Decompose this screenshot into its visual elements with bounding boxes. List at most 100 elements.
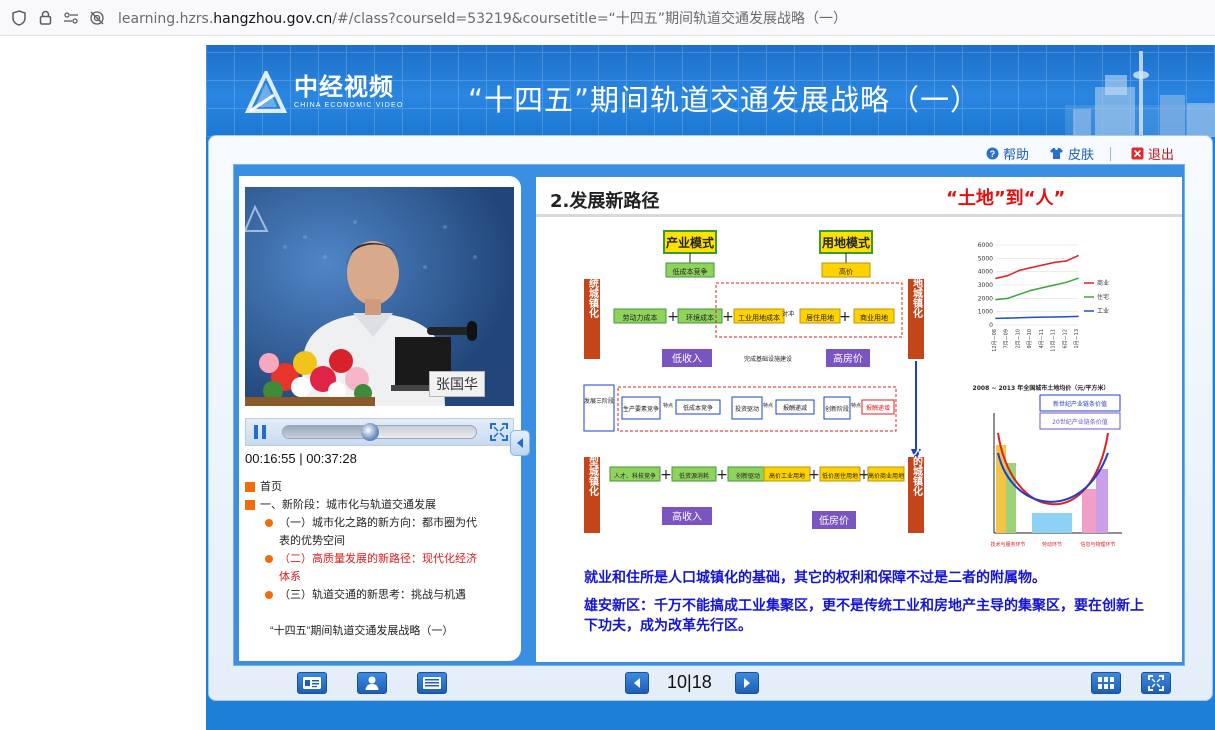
box-high-income: 高收入 [672,510,702,523]
toc-item-sub-3[interactable]: （三）轨道交通的新思考：挑战与机遇 [245,586,505,604]
series-line-0 [995,254,1079,280]
toc-item-home[interactable]: 首页 [245,478,505,496]
lock-icon[interactable] [34,7,56,29]
permissions-icon[interactable] [60,7,82,29]
box-factor-comp: 生产要素竞争 [623,405,659,413]
shield-icon[interactable] [8,7,30,29]
person-icon [365,676,379,690]
series-point [1053,284,1056,286]
box-low-income: 低收入 [672,352,702,365]
fullscreen-button[interactable] [485,419,513,445]
grid-view-button[interactable] [1091,672,1121,694]
help-link[interactable]: ? 帮助 [986,144,1029,163]
slide-line-2a: 雄安新区：千万不能搞成工业集聚区，更不是传统工业和房地产主导的集聚区，要在创新上 [584,598,1144,614]
series-point [1042,316,1044,318]
box-innovation: 创新阶段 [825,405,849,413]
link-divider [1109,146,1111,161]
progress-knob[interactable] [360,423,379,441]
slide-heading: 2.发展新路径 [550,191,660,212]
series-point [1006,317,1009,319]
page-total: 18 [691,672,712,692]
toc-item-sub-1[interactable]: （一）城市化之路的新方向：都市圈为代表的优势空间 [245,514,505,550]
page-indicator: 10|18 [667,672,712,693]
y-tick-label: 1000 [978,309,993,316]
url-path: /#/class?courseId=53219&coursetitle=“十四五… [332,10,848,27]
x-tick-label: 6月—12 [1062,329,1068,349]
plus-sign: + [667,309,679,325]
y-tick-label: 2000 [978,295,993,302]
time-separator: | [299,451,303,466]
current-time: 00:16:55 [245,451,296,466]
plus-sign: + [716,467,728,483]
player-frame: ? 帮助 皮肤 退出 张国华 00:16:55 | 00:37:28 首页 一、… [208,135,1213,701]
x-tick-label: 7月—09 [1004,329,1010,349]
box-industry-mode: 产业模式 [666,235,714,250]
shirt-icon [1049,147,1064,160]
skyline-graphic [1065,51,1215,137]
progress-fill [283,426,370,438]
skin-label: 皮肤 [1067,147,1094,162]
toc-item-section-1[interactable]: 一、新阶段：城市化与轨道交通发展 [245,496,505,514]
card-view-button[interactable] [297,672,327,694]
speaker-nameplate: 张国华 [429,371,485,397]
label-features2: 特点 [763,402,773,409]
collapse-panel-button[interactable] [510,430,530,456]
y-tick-label: 5000 [978,255,993,262]
box-res-land: 居住用地 [806,313,834,322]
next-icon [744,678,750,688]
pause-icon [254,425,266,439]
label-human-side: 人的城镇化 [911,445,923,497]
smile-curve-chart: 新世纪产业链条价值 20世纪产业链条价值 技术与服务环节 劳动环节 信息与物理环… [990,394,1122,548]
series-point [1042,286,1044,289]
series-point [1030,289,1032,292]
video-player[interactable]: 张国华 [245,187,514,406]
expand-icon [1148,675,1164,691]
toc-item-label: 一、新阶段：城市化与轨道交通发展 [260,499,436,511]
box-high-house: 高房价 [833,352,863,365]
toc-bullet-dot [265,555,273,563]
box-low-resource: 低资源消耗 [679,472,709,480]
help-label: 帮助 [1002,147,1029,162]
exit-link[interactable]: 退出 [1131,144,1174,163]
toc-item-label: （一）城市化之路的新方向：都市圈为代表的优势空间 [279,517,477,547]
plus-sign: + [660,467,672,483]
land-price-chart: 6000 5000 4000 3000 2000 1000 012月—08 7月—09 2月—1… [973,242,1110,392]
toc-bullet-square [245,482,255,492]
series-point [1077,277,1079,280]
box-high-price-ind: 高价工业用地 [769,472,805,480]
url-host: hangzhou.gov.cn [213,10,333,27]
x-tick-label: 1月—13 [1074,329,1080,349]
box-env-cost: 环境成本 [686,313,714,322]
series-point [1030,316,1032,319]
top-links: ? 帮助 皮肤 退出 [966,144,1174,163]
label-oppose: 对冲 [782,310,794,318]
left-panel: 张国华 00:16:55 | 00:37:28 首页 一、新阶段：城市化与轨道交… [239,176,521,661]
toc-item-label: （二）高质量发展的新路径：现代化经济体系 [279,553,477,583]
plus-sign: + [839,309,851,325]
series-point [1018,269,1021,272]
next-page-button[interactable] [735,672,759,694]
label-land-side: 土地城镇化 [911,267,923,319]
box-low-house: 低房价 [819,514,849,527]
fullscreen-icon [490,423,508,441]
list-view-button[interactable] [417,672,447,694]
speaker-view-button[interactable] [357,672,387,694]
x-tick-label: 12月—08 [992,329,998,352]
pause-button[interactable] [246,419,274,445]
toc-item-sub-2-active[interactable]: （二）高质量发展的新路径：现代化经济体系 [245,550,505,586]
address-url[interactable]: learning.hzrs.hangzhou.gov.cn/#/class?co… [118,8,847,28]
prev-page-button[interactable] [625,672,649,694]
banner: 中经视频 CHINA ECONOMIC VIDEO “十四五”期间轨道交通发展战… [206,45,1215,137]
expand-view-button[interactable] [1141,672,1171,694]
smile-axis-label: 信息与物理环节 [1080,541,1115,548]
course-title: “十四五”期间轨道交通发展战略（一） [468,83,981,117]
slide-line-2b: 下功夫，成为改革先行区。 [584,618,752,634]
series-point [1042,264,1044,266]
video-progress-bar[interactable] [282,423,477,441]
toc-item-partial[interactable]: “十四五”期间轨道交通发展战略（一） [245,622,505,640]
url-prefix: learning.hzrs. [118,10,214,27]
series-point [1065,260,1068,262]
camera-off-icon[interactable] [86,7,108,29]
skin-link[interactable]: 皮肤 [1049,144,1094,163]
label-features3: 特点 [851,402,861,409]
